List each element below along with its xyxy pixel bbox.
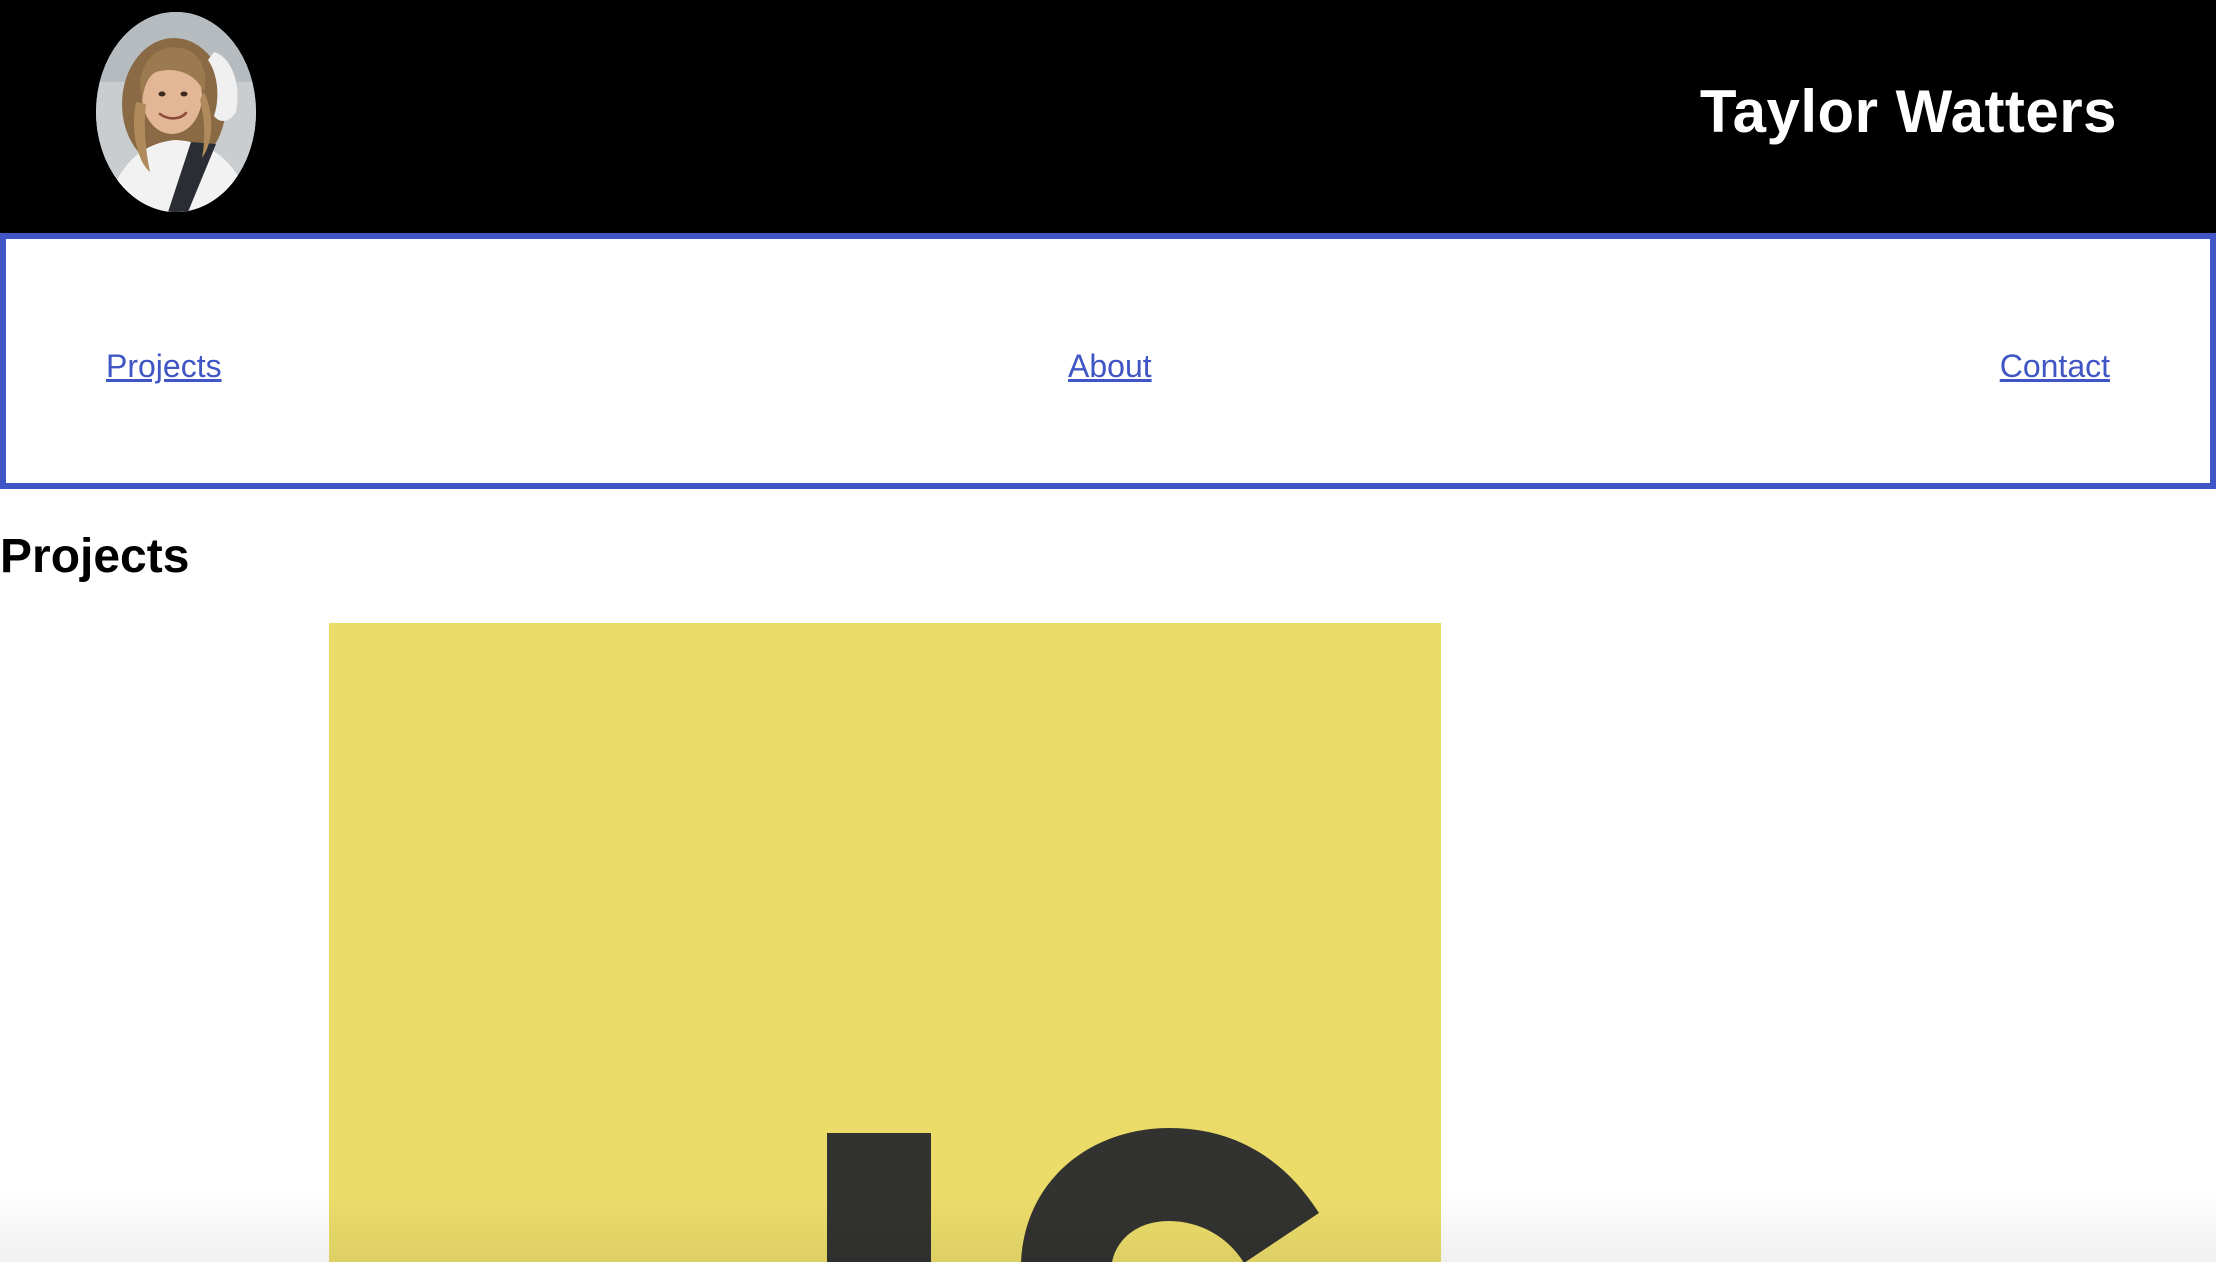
avatar [96, 12, 256, 212]
nav-link-contact[interactable]: Contact [2000, 346, 2110, 386]
javascript-logo-icon [329, 623, 1441, 1262]
main-nav: Projects About Contact [0, 233, 2216, 489]
site-title: Taylor Watters [1699, 78, 2117, 145]
profile-photo-icon [96, 12, 256, 212]
nav-link-about[interactable]: About [1068, 346, 1152, 386]
portfolio-page: Taylor Watters Projects About Contact Pr… [0, 0, 2216, 1262]
site-header: Taylor Watters [0, 0, 2216, 233]
nav-link-projects[interactable]: Projects [106, 346, 222, 386]
projects-heading: Projects [0, 530, 190, 583]
project-image-javascript[interactable] [329, 623, 1441, 1262]
